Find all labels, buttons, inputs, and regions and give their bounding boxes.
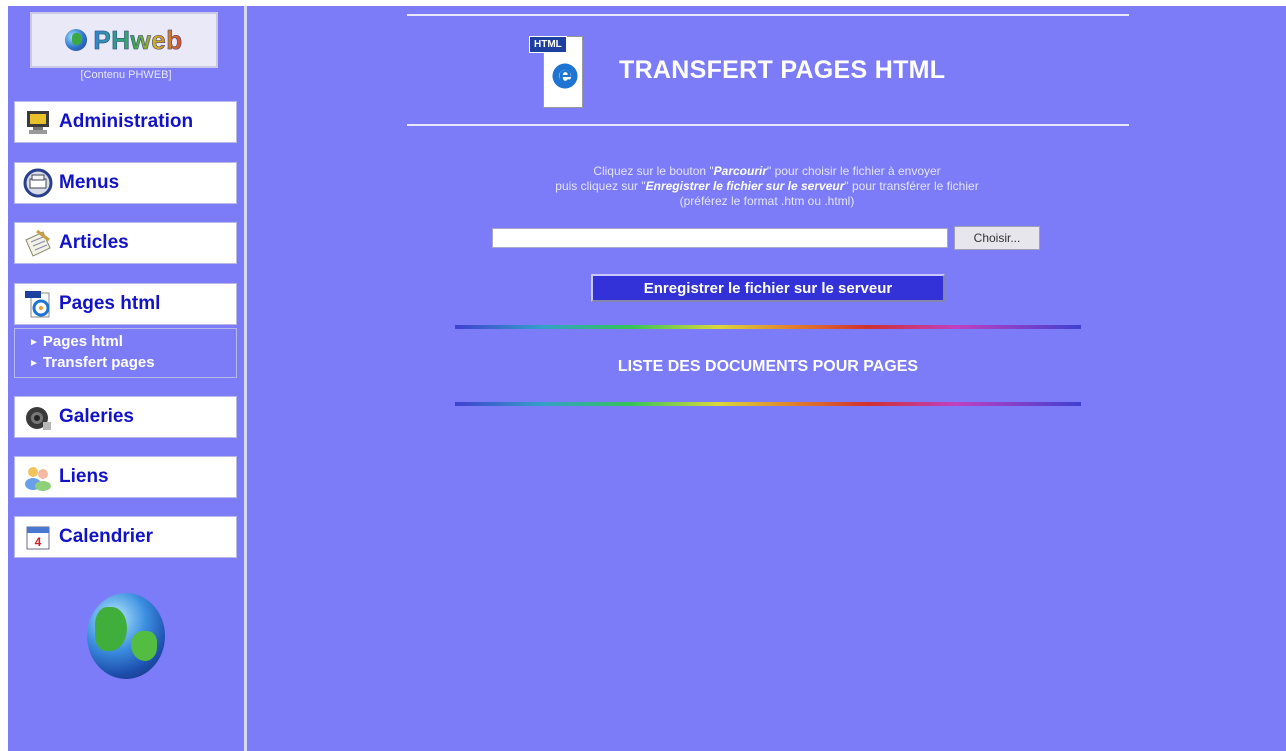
upload-submit-button[interactable]: Enregistrer le fichier sur le serveur	[591, 274, 945, 302]
nav-label: Administration	[59, 111, 194, 132]
nav-label: Articles	[59, 232, 129, 253]
nav-administration[interactable]: Administration	[14, 101, 237, 143]
nav-galeries[interactable]: Galeries	[14, 396, 237, 438]
nav-calendrier[interactable]: 4 Calendrier	[14, 516, 237, 558]
globe-icon	[87, 593, 165, 679]
arrow-right-icon: ►	[29, 337, 39, 348]
users-icon	[23, 462, 53, 492]
nav-articles[interactable]: Articles	[14, 222, 237, 264]
submenu-label: Transfert pages	[42, 354, 155, 371]
html-tag: HTML	[529, 36, 567, 53]
camera-icon	[23, 402, 53, 432]
nav-label: Pages html	[59, 293, 161, 314]
logo-text: PHweb	[93, 24, 183, 55]
rainbow-divider	[455, 402, 1081, 406]
nav-label: Liens	[59, 466, 109, 487]
sidebar: PHweb [Contenu PHWEB] Administration Men…	[8, 6, 244, 751]
submenu-label: Pages html	[42, 333, 123, 350]
html-file-icon: HTML e	[529, 32, 587, 108]
submenu-item-transfert-pages[interactable]: ► Transfert pages	[29, 353, 236, 374]
file-path-input[interactable]	[492, 228, 948, 248]
main-content: HTML e TRANSFERT PAGES HTML Cliquez sur …	[247, 6, 1286, 751]
phweb-logo[interactable]: PHweb	[30, 12, 218, 68]
globe-icon	[65, 29, 88, 51]
instructions-text: Cliquez sur le bouton "Parcourir" pour c…	[555, 164, 979, 208]
pages-html-submenu: ► Pages html ► Transfert pages	[14, 328, 237, 378]
contenu-caption[interactable]: [Contenu PHWEB]	[8, 69, 244, 81]
enregistrer-emphasis: Enregistrer le fichier sur le serveur	[645, 179, 845, 193]
nav-label: Calendrier	[59, 526, 153, 547]
svg-text:4: 4	[35, 535, 42, 549]
ie-logo-icon: e	[551, 62, 579, 90]
header-divider	[407, 124, 1129, 126]
documents-list-title: LISTE DES DOCUMENTS POUR PAGES	[617, 358, 919, 375]
rainbow-divider	[455, 325, 1081, 329]
page-header: HTML e TRANSFERT PAGES HTML	[529, 32, 945, 108]
parcourir-emphasis: Parcourir	[713, 164, 767, 178]
nav-liens[interactable]: Liens	[14, 456, 237, 498]
notepad-icon	[23, 228, 53, 258]
nav-menus[interactable]: Menus	[14, 162, 237, 204]
nav-label: Menus	[59, 172, 120, 193]
nav-pages-html[interactable]: Pages html	[14, 283, 237, 325]
submenu-item-pages-html[interactable]: ► Pages html	[29, 332, 236, 353]
html-ie-icon	[23, 289, 53, 319]
choose-file-button[interactable]: Choisir...	[954, 226, 1040, 250]
calendar-icon: 4	[23, 522, 53, 552]
page-title: TRANSFERT PAGES HTML	[619, 55, 946, 84]
file-upload-row: Choisir...	[492, 226, 1040, 250]
top-divider	[407, 14, 1129, 16]
nav-label: Galeries	[59, 406, 134, 427]
arrow-right-icon: ►	[29, 358, 39, 369]
monitor-icon	[23, 107, 53, 137]
printer-icon	[23, 168, 53, 198]
